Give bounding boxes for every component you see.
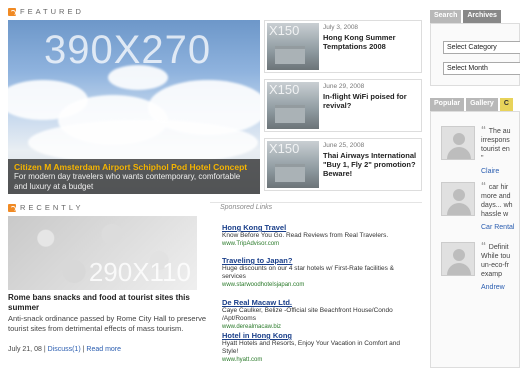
month-select[interactable]: Select Month (443, 62, 520, 75)
tab-gallery[interactable]: Gallery (466, 98, 498, 111)
quote-icon: “ (481, 126, 489, 136)
ad-title-link[interactable]: Traveling to Japan? (222, 256, 418, 265)
featured-thumbnail[interactable]: X150 (267, 82, 319, 129)
rss-icon[interactable] (8, 203, 16, 212)
ad-url[interactable]: www.hyatt.com (222, 356, 418, 364)
comment-text: “ car hir more and days... wh hassle w (481, 182, 513, 218)
recent-story-description: Anti-snack ordinance passed by Rome City… (8, 314, 207, 333)
thumbnail-size-label: X150 (269, 23, 300, 38)
meta-separator: | (43, 346, 46, 353)
featured-image-placeholder: 390X270 (44, 28, 212, 72)
featured-main-story[interactable]: 390X270 Citizen M Amsterdam Airport Schi… (8, 20, 260, 194)
recent-image-placeholder: 290X110 (88, 257, 191, 287)
featured-item-date: June 25, 2008 (323, 142, 365, 149)
featured-thumbnail[interactable]: X150 (267, 23, 319, 70)
recent-story-meta: July 21, 08 | Discuss(1) | Read more (8, 346, 121, 353)
sponsored-links: Sponsored Links Hong Kong Travel Know Be… (210, 202, 422, 368)
recent-heading-label: RECENTLY (20, 203, 84, 212)
ad-url[interactable]: www.TripAdvisor.com (222, 240, 418, 248)
avatar (441, 182, 475, 216)
archives-panel: Select Category Select Month (430, 23, 520, 86)
recent-story-date: July 21, 08 (8, 346, 42, 353)
featured-description: For modern day travelers who wants conte… (14, 172, 241, 191)
quote-icon: “ (481, 242, 489, 252)
rss-icon[interactable] (8, 7, 16, 16)
recent-story-title[interactable]: Rome bans snacks and food at tourist sit… (8, 293, 208, 313)
ad-title-link[interactable]: Hotel in Hong Kong (222, 331, 418, 340)
featured-list-item[interactable]: X150 June 25, 2008 Thai Airways Internat… (264, 138, 422, 191)
ad-title-link[interactable]: Hong Kong Travel (222, 223, 418, 232)
thumbnail-size-label: X150 (269, 82, 300, 97)
featured-heading-label: FEATURED (20, 7, 84, 16)
avatar (441, 242, 475, 276)
comment-text: “ Definit While tou un-eco-fr examp (481, 242, 511, 278)
ad-text: Huge discounts on our 4 star hotels w/ F… (222, 265, 394, 280)
featured-item-date: July 3, 2008 (323, 24, 359, 31)
meta-separator: | (82, 346, 85, 353)
featured-caption: Citizen M Amsterdam Airport Schiphol Pod… (8, 159, 260, 194)
ad-title-link[interactable]: De Real Macaw Ltd. (222, 298, 418, 307)
read-more-link[interactable]: Read more (86, 346, 121, 353)
comments-panel: “ The au irrespons tourist en " Claire “… (430, 111, 520, 368)
ad-text: Caye Caulker, Belize -Official site Beac… (222, 307, 393, 322)
featured-item-title[interactable]: Thai Airways International "Buy 1, Fly 2… (323, 151, 421, 178)
tab-search[interactable]: Search (430, 10, 462, 23)
recent-heading: RECENTLY (8, 203, 83, 212)
avatar (441, 126, 475, 160)
featured-item-title[interactable]: Hong Kong Summer Temptations 2008 (323, 33, 421, 51)
featured-thumbnail[interactable]: X150 (267, 141, 319, 188)
featured-list-item[interactable]: X150 June 29, 2008 In-flight WiFi poised… (264, 79, 422, 132)
sidebar-tabs-top: Search Archives (430, 10, 501, 23)
thumbnail-size-label: X150 (269, 141, 300, 156)
featured-title[interactable]: Citizen M Amsterdam Airport Schiphol Pod… (14, 162, 254, 172)
sponsored-ad[interactable]: De Real Macaw Ltd. Caye Caulker, Belize … (222, 298, 418, 331)
ad-url[interactable]: www.starwoodhotelsjapan.com (222, 281, 418, 289)
recent-story-image[interactable]: 290X110 (8, 216, 197, 290)
tab-popular[interactable]: Popular (430, 98, 465, 111)
quote-icon: “ (481, 182, 489, 192)
sponsored-ad[interactable]: Hotel in Hong Kong Hyatt Hotels and Reso… (222, 331, 418, 364)
sponsored-ad[interactable]: Hong Kong Travel Know Before You Go. Rea… (222, 223, 418, 248)
ad-text: Know Before You Go. Read Reviews from Re… (222, 232, 389, 239)
sponsored-ad[interactable]: Traveling to Japan? Huge discounts on ou… (222, 256, 418, 289)
comment-author[interactable]: Andrew (481, 284, 505, 291)
comment-author[interactable]: Claire (481, 168, 499, 175)
featured-heading: FEATURED (8, 7, 84, 16)
discuss-link[interactable]: Discuss(1) (48, 346, 81, 353)
category-select[interactable]: Select Category (443, 41, 520, 54)
ad-url[interactable]: www.derealmacaw.biz (222, 323, 418, 331)
featured-item-title[interactable]: In-flight WiFi poised for revival? (323, 92, 421, 110)
sponsored-heading: Sponsored Links (220, 204, 273, 211)
tab-comments[interactable]: C (499, 98, 513, 111)
comment-text: “ The au irrespons tourist en " (481, 126, 511, 162)
comment-author[interactable]: Car Rental (481, 224, 514, 231)
tab-archives[interactable]: Archives (463, 10, 501, 23)
ad-text: Hyatt Hotels and Resorts, Enjoy Your Vac… (222, 340, 401, 355)
featured-item-date: June 29, 2008 (323, 83, 365, 90)
featured-list-item[interactable]: X150 July 3, 2008 Hong Kong Summer Tempt… (264, 20, 422, 73)
sidebar-tabs-bottom: Popular Gallery C (430, 98, 513, 111)
